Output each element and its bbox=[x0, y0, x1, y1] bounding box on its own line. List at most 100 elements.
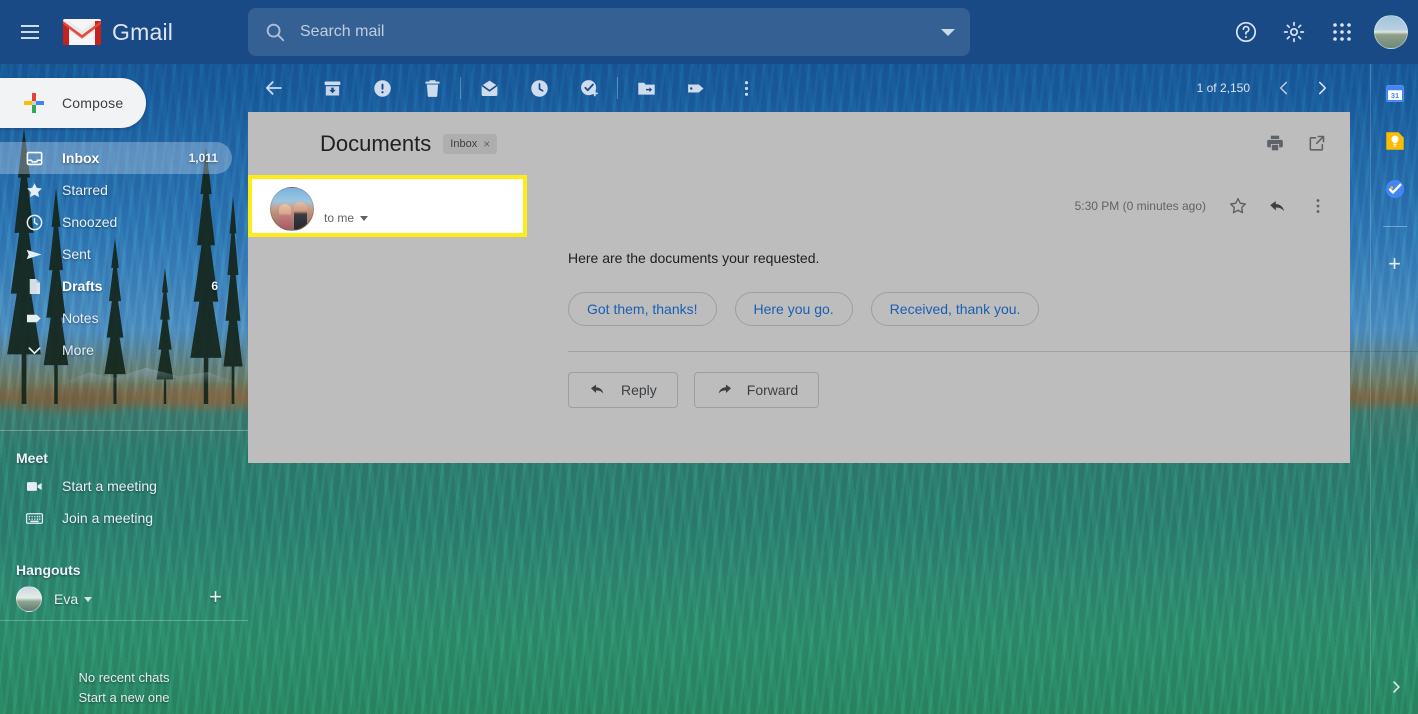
sidebar-item-inbox[interactable]: Inbox 1,011 bbox=[0, 142, 232, 174]
back-arrow-icon[interactable] bbox=[254, 68, 294, 108]
sidebar-item-starred[interactable]: Starred bbox=[0, 174, 232, 206]
message-divider bbox=[568, 351, 1418, 352]
archive-icon[interactable] bbox=[312, 68, 352, 108]
snooze-icon[interactable] bbox=[519, 68, 559, 108]
hangouts-divider bbox=[0, 620, 248, 621]
chevron-right-icon[interactable] bbox=[1304, 70, 1340, 106]
draft-icon bbox=[24, 276, 44, 296]
svg-text:31: 31 bbox=[1390, 91, 1398, 100]
chevron-down-icon bbox=[84, 596, 93, 602]
subject-actions bbox=[1256, 124, 1336, 162]
avatar bbox=[16, 586, 42, 612]
sidebar-item-label: Start a meeting bbox=[62, 478, 157, 494]
chevron-left-icon[interactable] bbox=[1266, 70, 1302, 106]
chevron-right-icon[interactable] bbox=[1388, 679, 1404, 700]
sidebar-item-label: Sent bbox=[62, 246, 91, 262]
subject-row: Documents Inbox × bbox=[248, 112, 1350, 176]
sidebar-item-notes[interactable]: Notes bbox=[0, 302, 232, 334]
labels-icon[interactable] bbox=[676, 68, 716, 108]
apps-grid-icon[interactable] bbox=[1320, 10, 1364, 54]
open-in-new-icon[interactable] bbox=[1298, 124, 1336, 162]
search-options-icon[interactable] bbox=[926, 10, 970, 54]
sidebar-item-label: Inbox bbox=[62, 150, 100, 166]
star-icon bbox=[24, 180, 44, 200]
reply-icon[interactable] bbox=[1260, 188, 1296, 224]
recipient-label: to me bbox=[324, 211, 355, 225]
google-keep-icon[interactable] bbox=[1384, 130, 1406, 152]
chevron-down-icon bbox=[24, 340, 44, 360]
meet-section-title: Meet bbox=[16, 450, 48, 466]
recipient-details-toggle[interactable]: to me bbox=[324, 211, 369, 225]
star-icon[interactable] bbox=[1220, 188, 1256, 224]
message-timestamp: 5:30 PM (0 minutes ago) bbox=[1074, 199, 1206, 213]
sidebar-item-label: Starred bbox=[62, 182, 108, 198]
print-icon[interactable] bbox=[1256, 124, 1294, 162]
report-spam-icon[interactable] bbox=[362, 68, 402, 108]
message-body: Here are the documents your requested. bbox=[568, 250, 820, 266]
sidebar-nav-list: Inbox 1,011 Starred Snoozed Sent Drafts … bbox=[0, 142, 232, 366]
sidebar-item-join-a-meeting[interactable]: Join a meeting bbox=[0, 502, 232, 534]
move-to-icon[interactable] bbox=[626, 68, 666, 108]
sidebar-divider bbox=[0, 430, 248, 431]
delete-icon[interactable] bbox=[412, 68, 452, 108]
hangouts-user-name: Eva bbox=[54, 591, 79, 607]
compose-button[interactable]: Compose bbox=[0, 78, 146, 128]
keyboard-icon bbox=[24, 508, 44, 528]
smart-reply-chip[interactable]: Got them, thanks! bbox=[568, 292, 717, 326]
left-sidebar: Compose Inbox 1,011 Starred Snoozed Sent… bbox=[0, 64, 248, 714]
google-calendar-icon[interactable]: 31 bbox=[1384, 82, 1406, 104]
new-conversation-button[interactable]: + bbox=[209, 586, 222, 608]
forward-icon bbox=[715, 380, 733, 401]
google-tasks-icon[interactable] bbox=[1384, 178, 1406, 200]
plus-icon bbox=[22, 91, 46, 115]
reply-button[interactable]: Reply bbox=[568, 372, 678, 408]
sidebar-item-label: Notes bbox=[62, 310, 99, 326]
inbox-icon bbox=[24, 148, 44, 168]
forward-button[interactable]: Forward bbox=[693, 372, 820, 408]
hangouts-empty-state: No recent chats Start a new one bbox=[0, 668, 248, 708]
sidebar-item-label: Join a meeting bbox=[62, 510, 154, 526]
close-icon[interactable]: × bbox=[483, 138, 490, 150]
search-icon bbox=[264, 21, 286, 43]
forward-button-label: Forward bbox=[746, 382, 799, 398]
add-to-tasks-icon[interactable] bbox=[569, 68, 609, 108]
reply-button-label: Reply bbox=[621, 382, 657, 398]
sidebar-item-more[interactable]: More bbox=[0, 334, 232, 366]
settings-icon[interactable] bbox=[1272, 10, 1316, 54]
video-camera-icon bbox=[24, 476, 44, 496]
toolbar-separator bbox=[617, 77, 618, 99]
page-count-label: 1 of 2,150 bbox=[1196, 81, 1250, 95]
pagination-controls: 1 of 2,150 bbox=[1197, 64, 1340, 112]
message-action-buttons: Reply Forward bbox=[568, 372, 820, 408]
sidebar-item-snoozed[interactable]: Snoozed bbox=[0, 206, 232, 238]
message-meta-actions: 5:30 PM (0 minutes ago) bbox=[1075, 188, 1336, 224]
gmail-logo-icon bbox=[62, 17, 102, 47]
mail-toolbar: 1 of 2,150 bbox=[248, 64, 1370, 112]
search-bar[interactable] bbox=[248, 8, 970, 56]
add-addon-button[interactable]: + bbox=[1388, 253, 1401, 275]
label-chip-text: Inbox bbox=[450, 138, 478, 150]
more-options-icon[interactable] bbox=[1300, 188, 1336, 224]
sender-highlight-box: to me bbox=[248, 175, 527, 237]
avatar[interactable] bbox=[1374, 15, 1408, 49]
smart-reply-chip[interactable]: Here you go. bbox=[734, 292, 853, 326]
smart-reply-chips: Got them, thanks! Here you go. Received,… bbox=[568, 292, 1040, 326]
search-input[interactable] bbox=[300, 23, 926, 41]
message-pane: Documents Inbox × to me 5:30 PM (0 minut… bbox=[248, 112, 1418, 463]
addon-divider bbox=[1382, 226, 1407, 227]
chevron-down-icon bbox=[360, 215, 369, 221]
smart-reply-chip[interactable]: Received, thank you. bbox=[870, 292, 1040, 326]
sidebar-item-label: More bbox=[62, 342, 94, 358]
sidebar-item-drafts[interactable]: Drafts 6 bbox=[0, 270, 232, 302]
send-icon bbox=[24, 244, 44, 264]
help-icon[interactable] bbox=[1224, 10, 1268, 54]
sidebar-item-start-a-meeting[interactable]: Start a meeting bbox=[0, 470, 232, 502]
sidebar-item-sent[interactable]: Sent bbox=[0, 238, 232, 270]
mark-unread-icon[interactable] bbox=[469, 68, 509, 108]
hangouts-empty-line-2: Start a new one bbox=[78, 690, 170, 705]
label-chip-inbox[interactable]: Inbox × bbox=[443, 134, 498, 154]
top-header-bar: Gmail bbox=[0, 0, 1418, 64]
sidebar-item-count: 1,011 bbox=[188, 151, 218, 165]
hamburger-icon[interactable] bbox=[6, 8, 54, 56]
more-options-icon[interactable] bbox=[726, 68, 766, 108]
